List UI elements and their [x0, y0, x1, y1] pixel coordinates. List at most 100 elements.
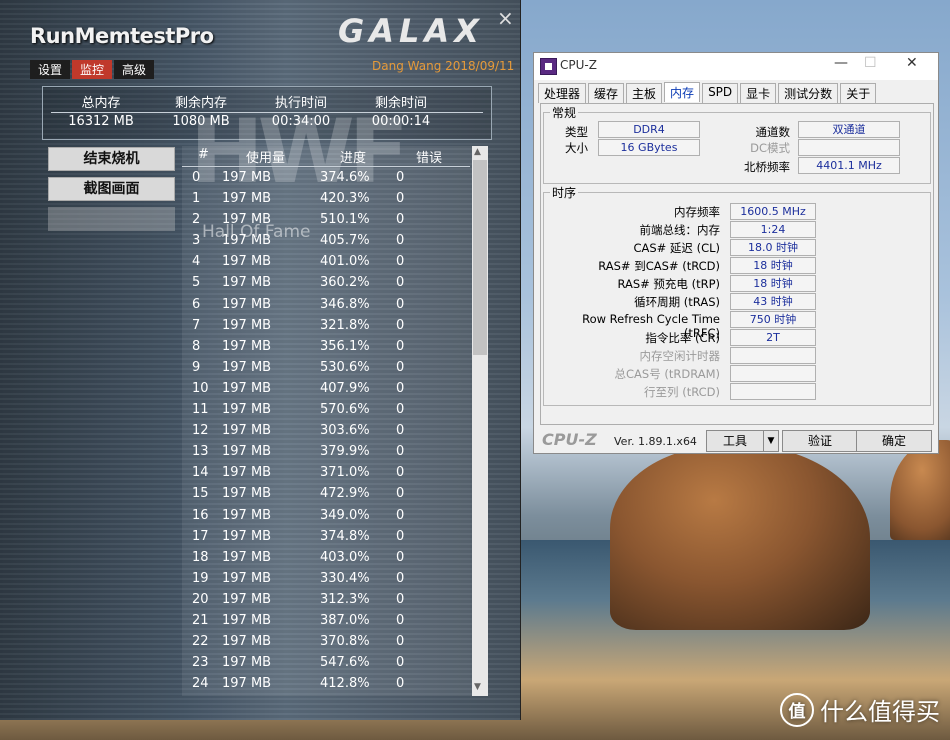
cell-usage: 197 MB [222, 212, 272, 228]
screenshot-button[interactable]: 截图画面 [48, 177, 175, 201]
cell-errors: 0 [396, 275, 405, 291]
cell-errors: 0 [396, 676, 405, 692]
thread-table: # 使用量 进度 错误 0 197 MB 374.6% 0 1 197 MB 420.3% 0… [182, 146, 488, 696]
type-label: 类型 [565, 125, 588, 139]
group-title: 常规 [550, 104, 579, 121]
group-title: 时序 [550, 184, 579, 201]
scroll-up-icon[interactable]: ▲ [474, 147, 481, 157]
minimize-icon[interactable]: — [834, 55, 848, 71]
tab-advanced[interactable]: 高级 [114, 60, 155, 79]
cell-progress: 403.0% [320, 549, 370, 565]
cell-errors: 0 [396, 465, 405, 481]
cell-index: 16 [192, 507, 209, 523]
tools-dropdown-icon[interactable]: ▼ [763, 430, 779, 452]
tab-about[interactable]: 关于 [840, 83, 877, 103]
cell-index: 17 [192, 528, 209, 544]
cell-errors: 0 [396, 296, 405, 312]
summary-elapsed: 执行时间 00:34:00 [251, 92, 351, 129]
maximize-icon[interactable]: ☐ [864, 55, 877, 71]
timing-label: 总CAS号 (tRDRAM) [614, 367, 721, 381]
cell-progress: 510.1% [320, 212, 370, 228]
timing-label: RAS# 到CAS# (tRCD) [598, 259, 720, 273]
cell-index: 0 [192, 170, 201, 185]
close-icon[interactable]: ✕ [906, 55, 918, 71]
cell-errors: 0 [396, 317, 405, 333]
size-field: 16 GBytes [598, 139, 700, 156]
cell-usage: 197 MB [222, 359, 272, 375]
tab-bar: 设置 监控 高级 [30, 60, 156, 79]
table-row: 23 197 MB 547.6% 0 [182, 653, 470, 674]
channels-label: 通道数 [755, 125, 791, 139]
cell-usage: 197 MB [222, 444, 272, 460]
table-row: 8 197 MB 356.1% 0 [182, 337, 470, 358]
stop-burn-button[interactable]: 结束烧机 [48, 147, 175, 171]
disabled-button [48, 207, 175, 231]
cell-progress: 349.0% [320, 507, 370, 523]
tab-settings[interactable]: 设置 [30, 60, 71, 79]
cell-usage: 197 MB [222, 296, 272, 312]
cell-progress: 387.0% [320, 612, 370, 628]
scroll-thumb[interactable] [473, 160, 487, 355]
cell-usage: 197 MB [222, 676, 272, 692]
cell-errors: 0 [396, 212, 405, 228]
cell-index: 1 [192, 191, 201, 207]
timing-field: 43 时钟 [730, 293, 816, 310]
table-row: 7 197 MB 321.8% 0 [182, 316, 470, 337]
cell-usage: 197 MB [222, 612, 272, 628]
table-row: 2 197 MB 510.1% 0 [182, 210, 470, 231]
summary-remaining: 剩余时间 00:00:14 [351, 92, 451, 129]
table-row: 6 197 MB 346.8% 0 [182, 295, 470, 316]
tab-processor[interactable]: 处理器 [538, 83, 587, 103]
cell-usage: 197 MB [222, 317, 272, 333]
table-row: 12 197 MB 303.6% 0 [182, 421, 470, 442]
cell-index: 5 [192, 275, 201, 291]
cell-errors: 0 [396, 444, 405, 460]
cell-index: 2 [192, 212, 201, 228]
timing-field: 750 时钟 [730, 311, 816, 328]
cell-index: 23 [192, 655, 209, 671]
validate-button[interactable]: 验证 [782, 430, 858, 452]
cell-usage: 197 MB [222, 486, 272, 502]
table-scrollbar[interactable]: ▲ ▼ [472, 146, 488, 696]
cell-errors: 0 [396, 507, 405, 523]
summary-label: 剩余内存 [174, 96, 227, 111]
close-icon[interactable]: × [497, 6, 514, 30]
cell-usage: 197 MB [222, 170, 272, 185]
timing-label: 内存空闲计时器 [639, 349, 721, 363]
tools-button[interactable]: 工具 [706, 430, 764, 452]
tab-spd[interactable]: SPD [702, 83, 739, 103]
galax-logo: GALAX [338, 12, 484, 50]
cpuz-tab-bar: 处理器 缓存 主板 内存 SPD 显卡 测试分数 关于 [538, 82, 878, 103]
tab-cache[interactable]: 缓存 [588, 83, 625, 103]
table-row: 0 197 MB 374.6% 0 [182, 168, 470, 189]
tab-monitor[interactable]: 监控 [72, 60, 113, 79]
cell-index: 20 [192, 591, 209, 607]
summary-total: 总内存 16312 MB [51, 92, 151, 129]
cell-errors: 0 [396, 655, 405, 671]
tab-memory[interactable]: 内存 [664, 82, 701, 102]
nb-freq-field: 4401.1 MHz [798, 157, 900, 174]
cell-errors: 0 [396, 191, 405, 207]
cell-progress: 420.3% [320, 191, 370, 207]
cell-errors: 0 [396, 170, 405, 185]
table-row: 10 197 MB 407.9% 0 [182, 379, 470, 400]
ok-button[interactable]: 确定 [856, 430, 932, 452]
cell-errors: 0 [396, 380, 405, 396]
cpuz-logo: CPU-Z [542, 430, 597, 449]
memory-panel: 常规 类型 DDR4 大小 16 GBytes 通道数 双通道 DC模式 北桥频… [540, 103, 934, 425]
cell-index: 18 [192, 549, 209, 565]
timing-label: RAS# 预充电 (tRP) [617, 277, 720, 291]
summary-free: 剩余内存 1080 MB [151, 92, 251, 129]
cpuz-titlebar: CPU-Z — ☐ ✕ [534, 53, 938, 80]
tab-graphics[interactable]: 显卡 [740, 83, 777, 103]
cell-index: 9 [192, 359, 201, 375]
cell-index: 15 [192, 486, 209, 502]
cell-progress: 303.6% [320, 423, 370, 439]
summary-label: 总内存 [81, 96, 121, 111]
scroll-down-icon[interactable]: ▼ [474, 682, 481, 692]
cell-usage: 197 MB [222, 591, 272, 607]
tab-bench[interactable]: 测试分数 [778, 83, 839, 103]
tab-mainboard[interactable]: 主板 [626, 83, 663, 103]
timings-group: 时序 内存频率 1600.5 MHz 前端总线：内存 1:24 CAS# 延迟 (CL)… [543, 184, 931, 406]
table-row: 17 197 MB 374.8% 0 [182, 527, 470, 548]
